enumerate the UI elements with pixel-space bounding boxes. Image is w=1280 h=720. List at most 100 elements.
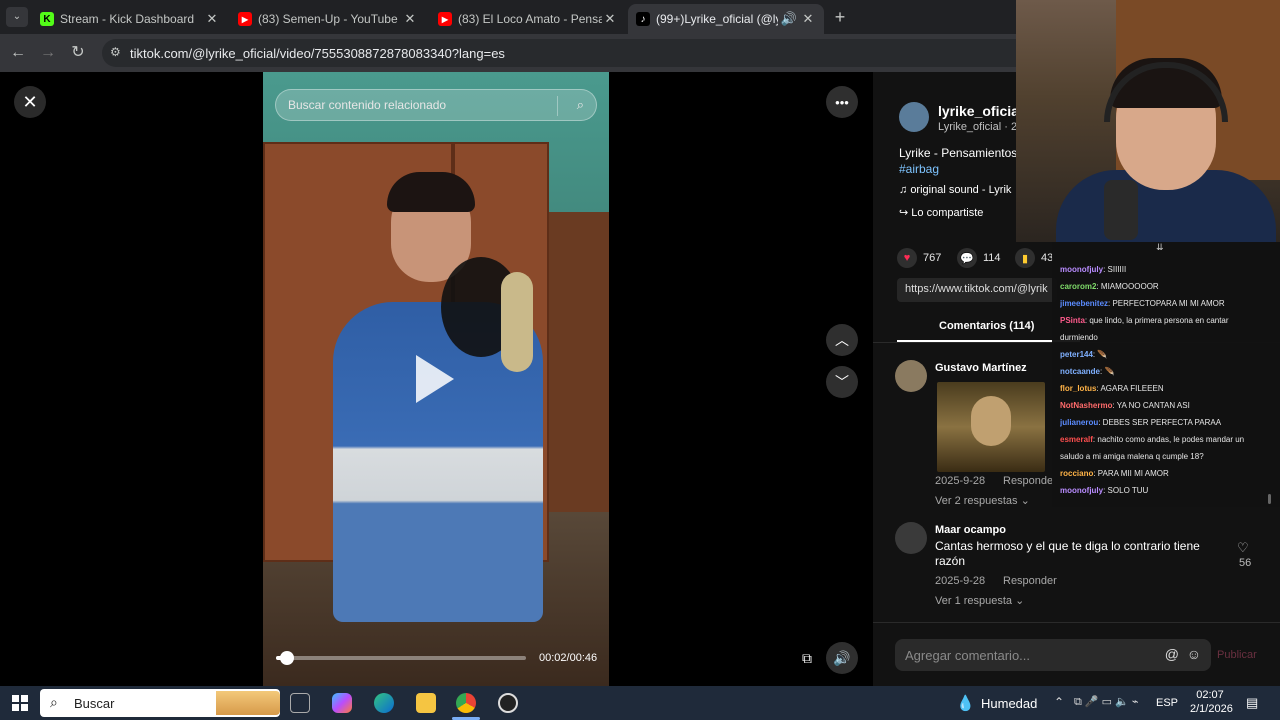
chat-username[interactable]: NotNashermo (1060, 401, 1112, 410)
copilot-icon[interactable] (332, 693, 352, 713)
like-button[interactable]: ♥ 767 (897, 248, 941, 268)
progress-handle[interactable] (279, 651, 294, 665)
author-username[interactable]: lyrike_oficia (938, 103, 1018, 119)
chat-username[interactable]: julianerou (1060, 418, 1098, 427)
chat-scrollbar[interactable] (1268, 494, 1271, 504)
post-sound[interactable]: ♫ original sound - Lyrik (899, 184, 1017, 196)
tray-icons[interactable]: ⧉ 🎤 ▭ 🔈 ⌁ (1074, 695, 1139, 709)
comment-like-icon[interactable]: ♡ (1237, 540, 1249, 556)
comment-input[interactable]: Agregar comentario... @ ☺ (895, 639, 1211, 671)
save-button[interactable]: ▮ 43 (1015, 248, 1053, 268)
site-info-icon[interactable]: ⚙ (110, 45, 121, 59)
emoji-icon[interactable]: ☺ (1187, 646, 1201, 662)
close-icon[interactable]: ✕ (402, 11, 418, 27)
divider (557, 96, 558, 116)
next-video-button[interactable]: ﹀ (826, 366, 858, 398)
tab-title: (83) El Loco Amato - Pensamien (458, 12, 602, 26)
sound-label: original sound - Lyrik (910, 184, 1012, 196)
notifications-icon[interactable]: ▤ (1246, 695, 1258, 711)
weather-icon[interactable]: 💧 (956, 694, 975, 712)
close-icon[interactable]: ✕ (602, 11, 618, 27)
publish-button[interactable]: Publicar (1217, 649, 1257, 661)
chat-text: : DEBES SER PERFECTA PARAA (1098, 418, 1222, 427)
close-viewer-button[interactable]: ✕ (14, 86, 46, 118)
view-replies-label: Ver 1 respuesta (935, 595, 1013, 607)
clock[interactable]: 02:07 2/1/2026 (1190, 689, 1233, 715)
reload-button[interactable]: ↻ (68, 43, 88, 63)
chrome-icon[interactable] (456, 693, 476, 713)
play-icon[interactable] (416, 355, 454, 403)
tab-kick-dashboard[interactable]: K Stream - Kick Dashboard ✕ (32, 4, 228, 34)
tab-youtube-loco-amato[interactable]: ▶ (83) El Loco Amato - Pensamien ✕ (430, 4, 626, 34)
pip-button[interactable]: ⧉ (791, 642, 823, 674)
comment-author[interactable]: Maar ocampo (935, 524, 1006, 536)
chat-text: : 🪶 (1092, 350, 1108, 359)
commenter-avatar[interactable] (895, 522, 927, 554)
chat-message: PSinta: que lindo, la primera persona en… (1060, 315, 1274, 326)
taskbar-search-box[interactable]: ⌕ Buscar (40, 689, 280, 717)
chat-username[interactable]: peter144 (1060, 350, 1093, 359)
taskbar-search-label: Buscar (74, 695, 115, 711)
tab-search-button[interactable]: ⌄ (6, 7, 28, 27)
chat-username[interactable]: carorom2 (1060, 282, 1096, 291)
chat-username[interactable]: moonofjuly (1060, 265, 1103, 274)
edge-icon[interactable] (374, 693, 394, 713)
tiktok-icon: ♪ (636, 12, 650, 26)
divider (873, 622, 1280, 623)
task-view-icon[interactable] (290, 693, 310, 713)
view-replies-button[interactable]: Ver 2 respuestas ⌄ (935, 494, 1030, 507)
obs-icon[interactable] (498, 693, 518, 713)
back-button[interactable]: ← (8, 43, 28, 63)
tab-tiktok[interactable]: ♪ (99+)Lyrike_oficial (@lyrike_ 🔊 ✕ (628, 4, 824, 34)
windows-taskbar: ⌕ Buscar 💧 Humedad ⌃ ⧉ 🎤 ▭ 🔈 ⌁ ESP 02:07… (0, 686, 1280, 720)
progress-bar[interactable] (276, 651, 526, 665)
chat-text: : YA NO CANTAN ASI (1112, 401, 1190, 410)
video-player[interactable]: Buscar contenido relacionado ⌕ 00:02/00:… (263, 72, 609, 686)
weather-label[interactable]: Humedad (981, 696, 1037, 711)
more-options-button[interactable]: ••• (826, 86, 858, 118)
reply-button[interactable]: Responde (1003, 475, 1053, 487)
chat-scroll-icon[interactable]: ⇊ (1156, 242, 1164, 253)
comment-button[interactable]: 💬 114 (957, 248, 1001, 268)
chat-username[interactable]: rocciano (1060, 469, 1093, 478)
tab-comments[interactable]: Comentarios (114) (939, 320, 1034, 332)
chevron-up-icon[interactable]: ⌃ (1054, 695, 1064, 709)
previous-video-button[interactable]: ︿ (826, 324, 858, 356)
commenter-avatar[interactable] (895, 360, 927, 392)
view-replies-button[interactable]: Ver 1 respuesta ⌄ (935, 594, 1024, 607)
chat-username[interactable]: notcaande (1060, 367, 1100, 376)
chat-username[interactable]: jimeebenitez (1060, 299, 1108, 308)
chat-text: : 🪶 (1100, 367, 1115, 376)
chat-message: NotNashermo: YA NO CANTAN ASI (1060, 400, 1274, 411)
language-indicator[interactable]: ESP (1156, 697, 1178, 709)
post-hashtag[interactable]: #airbag (899, 162, 939, 176)
chat-username[interactable]: moonofjuly (1060, 486, 1103, 495)
microphone (501, 272, 533, 372)
copy-link-field[interactable]: https://www.tiktok.com/@lyrik (897, 278, 1057, 302)
chat-username[interactable]: flor_lotus (1060, 384, 1096, 393)
speaker-icon[interactable]: 🔊 (778, 11, 800, 27)
search-icon[interactable]: ⌕ (577, 97, 584, 113)
reply-button[interactable]: Responder (1003, 575, 1057, 587)
chat-username[interactable]: PSinta (1060, 316, 1085, 325)
youtube-icon: ▶ (438, 12, 452, 26)
related-search-input[interactable]: Buscar contenido relacionado ⌕ (275, 89, 597, 121)
chat-text: durmiendo (1060, 333, 1098, 342)
file-explorer-icon[interactable] (416, 693, 436, 713)
mention-icon[interactable]: @ (1165, 646, 1179, 662)
windows-start-button[interactable] (12, 695, 28, 711)
chat-username[interactable]: esmeralf (1060, 435, 1093, 444)
chat-message: moonofjuly: SOLO TUU (1060, 485, 1274, 496)
author-avatar[interactable] (899, 102, 929, 132)
new-tab-button[interactable]: + (830, 7, 850, 27)
forward-button[interactable]: → (38, 43, 58, 63)
clock-date: 2/1/2026 (1190, 703, 1233, 715)
volume-button[interactable]: 🔊 (826, 642, 858, 674)
tab-youtube-semen-up[interactable]: ▶ (83) Semen-Up - YouTube ✕ (230, 4, 426, 34)
tab-title: (99+)Lyrike_oficial (@lyrike_ (656, 12, 778, 26)
close-icon[interactable]: ✕ (204, 11, 220, 27)
search-icon: ⌕ (50, 694, 58, 710)
comment-author[interactable]: Gustavo Martínez (935, 362, 1027, 374)
person-hair (387, 172, 475, 212)
close-icon[interactable]: ✕ (800, 11, 816, 27)
